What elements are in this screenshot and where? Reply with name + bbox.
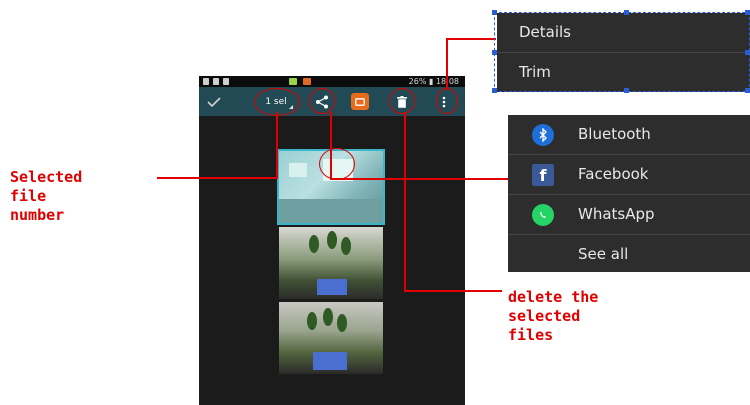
annotation-line: [404, 290, 502, 292]
annotation-line: [276, 112, 278, 179]
monitor-screen: [317, 279, 347, 295]
selection-handle: [745, 50, 750, 55]
plant-leaf: [307, 312, 317, 330]
annotation-line-text: selected: [508, 307, 581, 325]
annotation-line: [157, 177, 277, 179]
selection-handle: [624, 10, 629, 15]
slideshow-button[interactable]: [351, 93, 369, 110]
selection-handle: [492, 50, 497, 55]
selection-handle: [624, 88, 629, 93]
selection-box: [494, 12, 750, 92]
selection-handle: [745, 10, 750, 15]
done-button[interactable]: [205, 93, 223, 111]
phone-screen: 26% ▮ 18:08 1 sel: [199, 76, 465, 405]
share-item-bluetooth[interactable]: Bluetooth: [508, 115, 750, 154]
thumbnail[interactable]: [279, 302, 383, 374]
thumbnail-detail: [279, 199, 383, 223]
annotation-line-text: Selected: [10, 168, 83, 186]
overflow-highlight: [436, 88, 458, 114]
annotation-line-text: file: [10, 187, 47, 205]
plant-leaf: [341, 237, 351, 255]
monitor-screen: [313, 352, 347, 370]
battery-percent: 26%: [408, 77, 427, 86]
notification-icon: [213, 78, 219, 85]
delete-highlight: [389, 88, 415, 114]
selected-file-number-annotation: Selected file number: [10, 168, 82, 225]
annotation-line: [446, 38, 448, 90]
plant-leaf: [323, 308, 333, 326]
annotation-line: [330, 178, 528, 180]
thumbnail[interactable]: [279, 227, 383, 299]
facebook-icon: f: [532, 164, 554, 186]
thumbnail-highlight: [319, 148, 355, 180]
annotation-line: [404, 112, 406, 292]
notification-icon: [203, 78, 209, 85]
selection-handle: [745, 88, 750, 93]
bluetooth-icon: [532, 124, 554, 146]
notification-icon: [223, 78, 229, 85]
annotation-line-text: delete the: [508, 288, 599, 306]
share-menu: Bluetooth f Facebook WhatsApp See all: [508, 115, 750, 272]
status-text: 26% ▮ 18:08: [409, 76, 459, 87]
plant-leaf: [309, 235, 319, 253]
share-highlight: [309, 88, 335, 114]
share-item-label: WhatsApp: [578, 205, 655, 223]
share-item-label: Bluetooth: [578, 125, 651, 143]
selection-handle: [492, 88, 497, 93]
plant-leaf: [327, 231, 337, 249]
share-item-label: See all: [578, 245, 629, 263]
share-item-label: Facebook: [578, 165, 649, 183]
check-icon: [207, 97, 221, 107]
slideshow-icon: [355, 97, 365, 106]
share-item-whatsapp[interactable]: WhatsApp: [508, 195, 750, 234]
annotation-line: [446, 38, 496, 40]
annotation-line-text: number: [10, 206, 65, 224]
battery-icon: ▮: [428, 77, 434, 86]
status-bar: 26% ▮ 18:08: [199, 76, 465, 87]
annotation-line: [330, 112, 332, 180]
thumbnail-detail: [289, 163, 307, 177]
share-item-see-all[interactable]: See all: [508, 235, 750, 274]
signal-icon: [289, 78, 297, 85]
whatsapp-icon: [532, 204, 554, 226]
share-item-facebook[interactable]: f Facebook: [508, 155, 750, 194]
delete-files-annotation: delete the selected files: [508, 288, 598, 345]
annotation-line-text: files: [508, 326, 554, 344]
selection-handle: [492, 10, 497, 15]
plant-leaf: [337, 314, 347, 332]
signal-icon: [303, 78, 311, 85]
